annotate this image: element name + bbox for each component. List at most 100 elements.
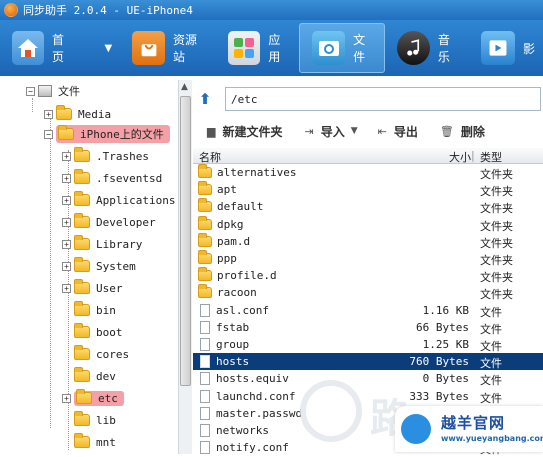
import-label: 导入 bbox=[320, 124, 345, 139]
tab-resources[interactable]: 资源站 bbox=[120, 23, 215, 73]
file-row[interactable]: profile.d 文件夹 bbox=[193, 267, 543, 284]
delete-button[interactable]: 🗑 删除 bbox=[440, 123, 485, 140]
chevron-down-icon[interactable]: ▼ bbox=[105, 43, 113, 54]
file-row[interactable]: group 1.25 KB 文件 bbox=[193, 336, 543, 353]
file-name: notify.conf bbox=[216, 441, 289, 455]
file-row[interactable]: fstab 66 Bytes 文件 bbox=[193, 319, 543, 336]
file-type: 文件 bbox=[480, 305, 502, 319]
folder-icon bbox=[198, 198, 212, 213]
music-icon bbox=[397, 31, 430, 65]
expand-icon[interactable]: + bbox=[62, 195, 71, 205]
export-button[interactable]: ⇤ 导出 bbox=[378, 123, 418, 140]
home-icon bbox=[12, 31, 44, 65]
column-type[interactable]: 类型 bbox=[480, 149, 502, 165]
tree-item-media[interactable]: + Media bbox=[44, 105, 111, 123]
file-row[interactable]: pam.d 文件夹 bbox=[193, 232, 543, 250]
folder-icon bbox=[74, 257, 90, 272]
tree-item-label: Applications bbox=[96, 193, 176, 207]
expand-icon[interactable]: + bbox=[44, 109, 53, 119]
tree-scrollbar[interactable]: ▲ bbox=[178, 80, 192, 454]
file-name: launchd.conf bbox=[216, 389, 296, 403]
folder-icon bbox=[198, 267, 212, 282]
tab-video[interactable]: 影 bbox=[469, 23, 543, 73]
import-button[interactable]: ⇥ 导入 ▼ bbox=[304, 123, 357, 140]
expand-icon[interactable]: + bbox=[62, 151, 71, 161]
file-row[interactable]: dpkg 文件夹 bbox=[193, 215, 543, 233]
expand-icon[interactable]: + bbox=[62, 283, 71, 293]
file-row[interactable]: apt 文件夹 bbox=[193, 181, 543, 198]
file-row[interactable]: asl.conf 1.16 KB 文件 bbox=[193, 302, 543, 319]
tree-item[interactable]: + .fseventsd bbox=[62, 169, 162, 187]
tree-item-label: dev bbox=[96, 369, 116, 383]
file-size: 66 Bytes bbox=[416, 320, 469, 334]
export-label: 导出 bbox=[393, 124, 418, 139]
tab-files[interactable]: 文件 bbox=[299, 23, 386, 73]
tree-item[interactable]: +dev bbox=[62, 367, 116, 385]
scroll-up-icon[interactable]: ▲ bbox=[181, 82, 188, 92]
expand-icon[interactable]: + bbox=[62, 239, 71, 249]
tree-item[interactable]: + .Trashes bbox=[62, 147, 149, 165]
file-row[interactable]: racoon 文件夹 bbox=[193, 284, 543, 301]
tree-item[interactable]: +boot bbox=[62, 323, 123, 341]
tree-item[interactable]: +cores bbox=[62, 345, 129, 363]
watermark: 路 越羊官网 www.yueyangbang.com bbox=[300, 380, 543, 454]
tab-apps-label: 应用 bbox=[268, 33, 281, 64]
path-input[interactable] bbox=[225, 87, 541, 111]
tree-item-label: etc bbox=[98, 391, 118, 405]
tree-item[interactable]: + Developer bbox=[62, 213, 156, 231]
tree-item-label: Media bbox=[78, 107, 112, 121]
column-name[interactable]: 名称 bbox=[199, 149, 221, 165]
file-name: alternatives bbox=[217, 166, 297, 179]
tab-music[interactable]: 音乐 bbox=[385, 23, 469, 73]
tree-item[interactable]: + Applications bbox=[62, 191, 175, 209]
column-size[interactable]: 大小 bbox=[449, 149, 471, 165]
file-row[interactable]: default 文件夹 bbox=[193, 198, 543, 215]
app-logo-icon bbox=[4, 3, 18, 17]
expand-icon[interactable]: + bbox=[62, 261, 71, 271]
tree-item[interactable]: + etc bbox=[62, 389, 124, 407]
folder-icon bbox=[74, 191, 90, 206]
folder-icon bbox=[198, 164, 212, 178]
chevron-down-icon[interactable]: ▼ bbox=[351, 126, 358, 136]
file-name: fstab bbox=[216, 320, 250, 334]
tab-apps[interactable]: 应用 bbox=[216, 23, 300, 73]
file-type: 文件夹 bbox=[480, 254, 513, 267]
new-folder-button[interactable]: ▆ 新建文件夹 bbox=[207, 123, 282, 140]
tree-item[interactable]: +lib bbox=[62, 411, 116, 429]
folder-icon bbox=[74, 279, 90, 294]
file-row[interactable]: alternatives 文件夹 bbox=[193, 164, 543, 181]
tree-item[interactable]: +mnt bbox=[62, 433, 116, 451]
file-icon bbox=[200, 389, 210, 403]
expand-icon[interactable]: + bbox=[62, 393, 71, 403]
collapse-icon[interactable]: − bbox=[44, 129, 53, 139]
file-row[interactable]: hosts 760 Bytes 文件 bbox=[193, 353, 543, 371]
tree-item-label: .fseventsd bbox=[96, 171, 163, 185]
tree-item-label: .Trashes bbox=[96, 149, 149, 163]
tree-item[interactable]: +bin bbox=[62, 301, 116, 319]
up-folder-icon[interactable]: ⬆ bbox=[193, 90, 217, 108]
file-icon bbox=[200, 303, 210, 317]
tree-item[interactable]: + Library bbox=[62, 235, 142, 253]
tree-root[interactable]: − 文件 bbox=[26, 82, 80, 100]
file-name: hosts bbox=[216, 355, 250, 369]
file-type: 文件夹 bbox=[480, 168, 513, 181]
tree-item-iphone-files[interactable]: − iPhone上的文件 bbox=[44, 125, 170, 143]
tree-item-label: cores bbox=[96, 347, 130, 361]
expand-icon[interactable]: + bbox=[62, 173, 71, 183]
new-folder-icon: ▆ bbox=[207, 124, 216, 138]
tab-files-label: 文件 bbox=[353, 33, 366, 64]
file-type: 文件夹 bbox=[480, 185, 513, 199]
scrollbar-thumb[interactable] bbox=[180, 96, 191, 386]
tree-item-label: Library bbox=[96, 237, 143, 251]
tree-item[interactable]: + User bbox=[62, 279, 123, 297]
shopping-bag-icon bbox=[132, 31, 165, 65]
export-icon: ⇤ bbox=[377, 124, 387, 138]
expand-icon[interactable]: + bbox=[62, 217, 71, 227]
folder-icon bbox=[198, 284, 212, 299]
collapse-icon[interactable]: − bbox=[26, 86, 35, 96]
file-size: 1.25 KB bbox=[422, 338, 469, 351]
file-row[interactable]: ppp 文件夹 bbox=[193, 250, 543, 267]
tab-home[interactable]: 首页 ▼ bbox=[0, 23, 120, 73]
file-type: 文件 bbox=[480, 357, 502, 371]
tree-item[interactable]: + System bbox=[62, 257, 136, 275]
